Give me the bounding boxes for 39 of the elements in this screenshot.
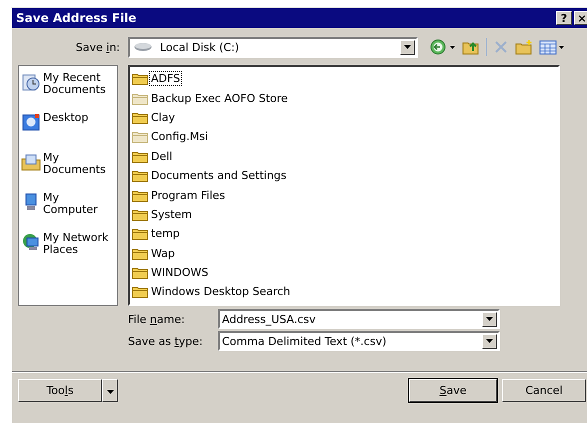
- close-button[interactable]: ×: [574, 11, 587, 25]
- places-item[interactable]: My Computer: [19, 190, 117, 230]
- save-button[interactable]: Save: [409, 379, 497, 402]
- file-name-field[interactable]: Address_USA.csv: [218, 309, 500, 329]
- dropdown-arrow-icon: [106, 390, 114, 394]
- folder-item[interactable]: WINDOWS: [132, 262, 556, 282]
- folder-item[interactable]: ADFS: [132, 69, 556, 88]
- cancel-button[interactable]: Cancel: [502, 379, 586, 402]
- folder-item[interactable]: Clay: [132, 108, 556, 128]
- places-item[interactable]: Desktop: [19, 110, 117, 150]
- save-in-label: Save in:: [74, 40, 121, 54]
- folder-item[interactable]: System: [132, 204, 556, 224]
- save-in-dropdown[interactable]: Local Disk (C:): [128, 36, 418, 58]
- views-icon[interactable]: [539, 39, 565, 55]
- places-item[interactable]: My Network Places: [19, 230, 117, 270]
- tools-button[interactable]: Tools: [18, 379, 102, 402]
- save-as-type-label: Save as type:: [128, 334, 204, 348]
- places-item[interactable]: My Recent Documents: [19, 70, 117, 110]
- back-icon[interactable]: [430, 39, 456, 55]
- drive-icon: [134, 42, 152, 52]
- places-item[interactable]: My Documents: [19, 150, 117, 190]
- desktop-icon: [21, 112, 41, 132]
- file-name-label: File name:: [128, 312, 186, 326]
- folder-item[interactable]: Documents and Settings: [132, 166, 556, 186]
- folder-item[interactable]: Dell: [132, 146, 556, 166]
- folder-item[interactable]: Wap: [132, 244, 556, 263]
- folder-item[interactable]: Config.Msi: [132, 127, 556, 147]
- save-as-type-dropdown[interactable]: Comma Delimited Text (*.csv): [218, 331, 500, 351]
- folder-item[interactable]: Program Files: [132, 185, 556, 205]
- tools-menu-button[interactable]: [102, 379, 118, 402]
- window-title: Save Address File: [16, 11, 138, 25]
- folder-item[interactable]: Windows Desktop Search: [132, 282, 556, 302]
- help-button[interactable]: ?: [556, 11, 572, 25]
- folder-item[interactable]: temp: [132, 224, 556, 244]
- folder-item[interactable]: Backup Exec AOFO Store: [132, 88, 556, 108]
- network-computer-icon: [21, 232, 41, 252]
- new-folder-icon[interactable]: [515, 39, 533, 55]
- folder-document-icon: [21, 152, 41, 172]
- clock-document-icon: [21, 72, 41, 92]
